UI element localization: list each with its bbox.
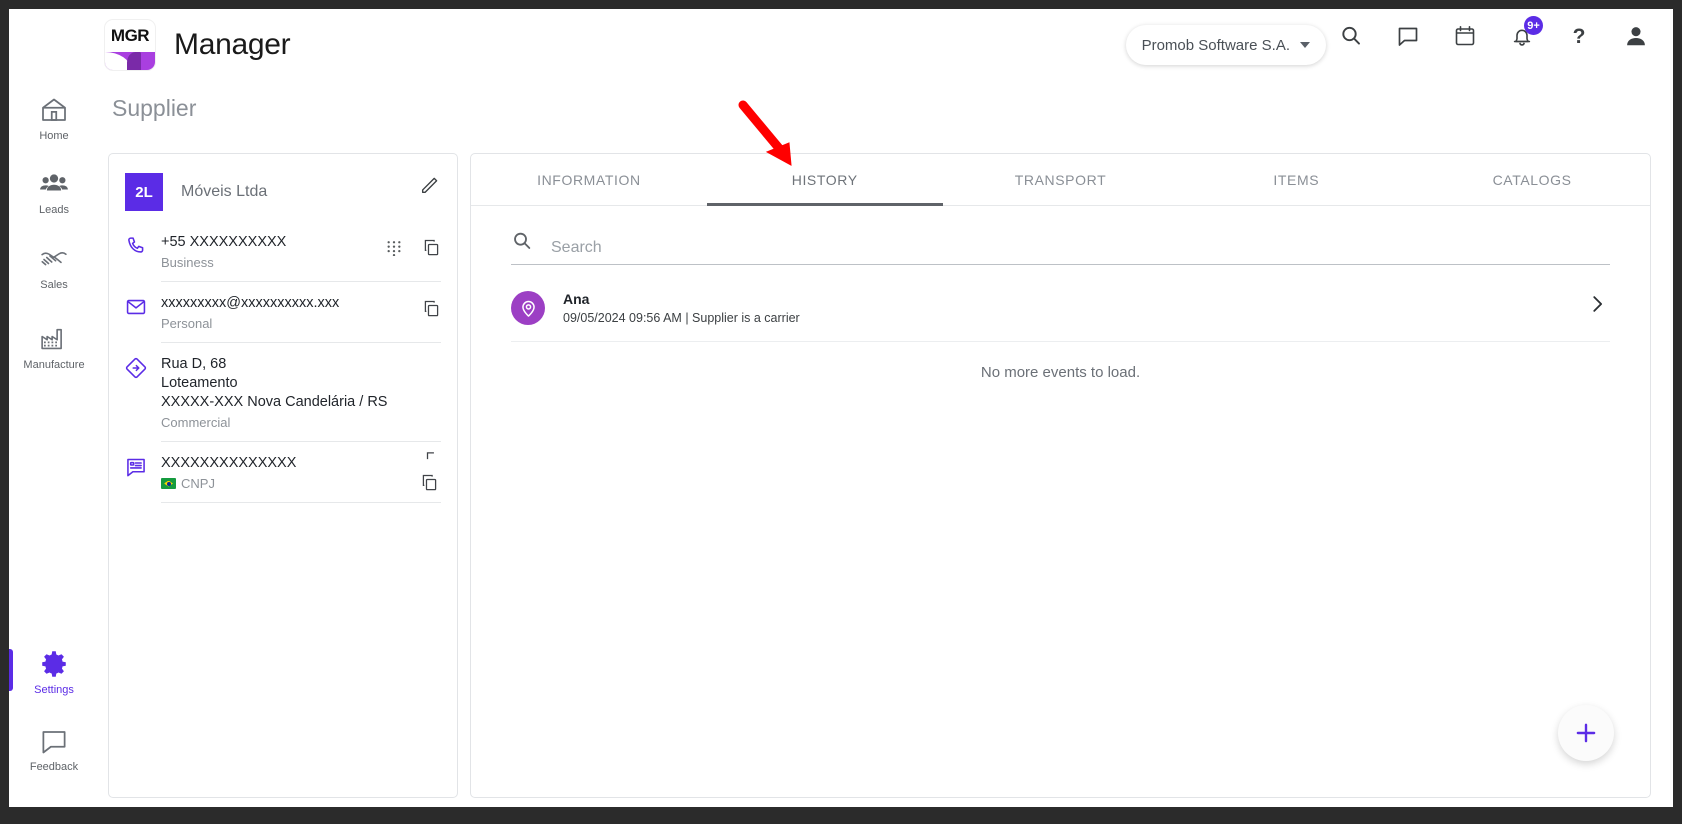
brazil-flag-icon (161, 478, 176, 489)
sidebar-item-home[interactable]: Home (9, 95, 99, 142)
pencil-edit-icon[interactable] (419, 174, 441, 201)
sidebar-item-settings[interactable]: Settings (9, 649, 99, 696)
supplier-details-card: 2L Móveis Ltda +55 XXXXXXXXXX Business x… (108, 153, 458, 798)
tab-history[interactable]: HISTORY (706, 154, 943, 206)
history-event-row[interactable]: Ana 09/05/2024 09:56 AM | Supplier is a … (511, 291, 1610, 342)
contact-value: xxxxxxxxx@xxxxxxxxxx.xxx (161, 295, 340, 311)
organization-name: Promob Software S.A. (1141, 36, 1290, 54)
chat-icon[interactable] (1393, 21, 1423, 51)
user-account-icon[interactable] (1621, 21, 1651, 51)
search-icon (511, 230, 533, 257)
supplier-company-name: Móveis Ltda (181, 183, 268, 200)
contact-row-email: xxxxxxxxx@xxxxxxxxxx.xxx Personal (125, 282, 441, 342)
tab-transport[interactable]: TRANSPORT (943, 154, 1179, 205)
chevron-down-icon (1300, 42, 1310, 48)
contact-label: CNPJ (181, 476, 215, 491)
organization-selector[interactable]: Promob Software S.A. (1125, 25, 1326, 65)
divider (161, 502, 441, 503)
leads-people-icon (40, 174, 68, 191)
tab-bar: INFORMATION HISTORY TRANSPORT ITEMS CATA… (471, 154, 1650, 206)
factory-icon (41, 328, 62, 350)
history-event-meta: 09/05/2024 09:56 AM | Supplier is a carr… (563, 311, 800, 325)
plus-icon (1576, 723, 1596, 743)
sidebar-item-leads[interactable]: Leads (9, 169, 99, 216)
logo-text: MGR (110, 26, 150, 45)
feedback-chat-icon (42, 731, 66, 754)
contact-label-wrap: CNPJ (161, 476, 441, 491)
app-title: Manager (174, 28, 291, 61)
tab-catalogs[interactable]: CATALOGS (1414, 154, 1650, 205)
search-bar (511, 230, 1610, 265)
sidebar-item-manufacture[interactable]: Manufacture (9, 324, 99, 371)
copy-icon[interactable] (425, 451, 439, 470)
notifications-bell-icon[interactable]: 9+ (1507, 16, 1543, 51)
app-logo-area: MGR Manager (104, 19, 291, 71)
document-id-icon (125, 454, 161, 483)
app-screen: MGR Manager Promob Software S.A. 9+ ? Ho… (9, 9, 1673, 807)
mgr-logo-icon: MGR (104, 19, 156, 71)
sidebar-item-feedback[interactable]: Feedback (9, 726, 99, 773)
contact-row-address: Rua D, 68 Loteamento XXXXX-XXX Nova Cand… (125, 343, 441, 441)
copy-icon[interactable] (422, 238, 441, 262)
sidebar-item-label: Manufacture (23, 359, 85, 371)
copy-icon[interactable] (420, 473, 439, 497)
notification-badge: 9+ (1524, 16, 1543, 35)
email-envelope-icon (125, 294, 161, 323)
search-input[interactable] (551, 239, 1610, 257)
contact-row-actions (420, 448, 439, 497)
sidebar-item-sales[interactable]: Sales (9, 244, 99, 291)
sidebar-item-label: Sales (40, 279, 68, 291)
svg-text:?: ? (1573, 25, 1586, 48)
tab-items[interactable]: ITEMS (1178, 154, 1414, 205)
search-icon[interactable] (1336, 21, 1366, 51)
address-line-3: XXXXX-XXX Nova Candelária / RS (161, 394, 388, 410)
add-button[interactable] (1558, 705, 1614, 761)
supplier-contact-rows: +55 XXXXXXXXXX Business xxxxxxxxx@xxxxxx… (109, 221, 457, 503)
history-event-author: Ana (563, 291, 590, 307)
supplier-tabs-panel: INFORMATION HISTORY TRANSPORT ITEMS CATA… (470, 153, 1651, 798)
location-pin-icon (511, 291, 545, 325)
top-header-bar: MGR Manager Promob Software S.A. 9+ ? (9, 9, 1673, 81)
calendar-icon[interactable] (1450, 21, 1480, 51)
dialpad-icon[interactable] (386, 240, 402, 261)
avatar: 2L (125, 173, 163, 211)
contact-row-actions (386, 235, 441, 262)
sidebar-item-label: Settings (34, 684, 74, 696)
chevron-right-icon[interactable] (1586, 293, 1608, 320)
home-icon (42, 98, 66, 121)
contact-label: Commercial (161, 415, 231, 430)
page-title: Supplier (112, 95, 197, 121)
sidebar-item-label: Home (39, 130, 69, 142)
copy-icon[interactable] (422, 299, 441, 323)
address-line-1: Rua D, 68 (161, 356, 227, 372)
history-event-text: Ana 09/05/2024 09:56 AM | Supplier is a … (563, 291, 800, 325)
sidebar-item-label: Leads (39, 204, 69, 216)
contact-row-phone: +55 XXXXXXXXXX Business (125, 221, 441, 281)
tab-information[interactable]: INFORMATION (471, 154, 707, 205)
gear-icon (42, 651, 66, 677)
contact-value: XXXXXXXXXXXXXX (161, 455, 297, 471)
sales-handshake-icon (41, 251, 67, 266)
header-icon-group: 9+ ? (1336, 16, 1651, 51)
address-line-2: Loteamento (161, 375, 238, 391)
sidebar-item-label: Feedback (29, 761, 79, 773)
empty-state-message: No more events to load. (980, 364, 1141, 381)
supplier-card-header: 2L Móveis Ltda (109, 154, 457, 211)
contact-label: Personal (161, 316, 213, 331)
contact-row-cnpj: XXXXXXXXXXXXXX CNPJ (125, 442, 441, 502)
help-question-icon[interactable]: ? (1564, 21, 1594, 51)
contact-row-actions (422, 296, 441, 323)
phone-icon (125, 233, 161, 262)
address-map-icon (125, 355, 161, 384)
left-navigation-rail: Home Leads Sales Manufacture Settings Fe… (9, 81, 99, 807)
